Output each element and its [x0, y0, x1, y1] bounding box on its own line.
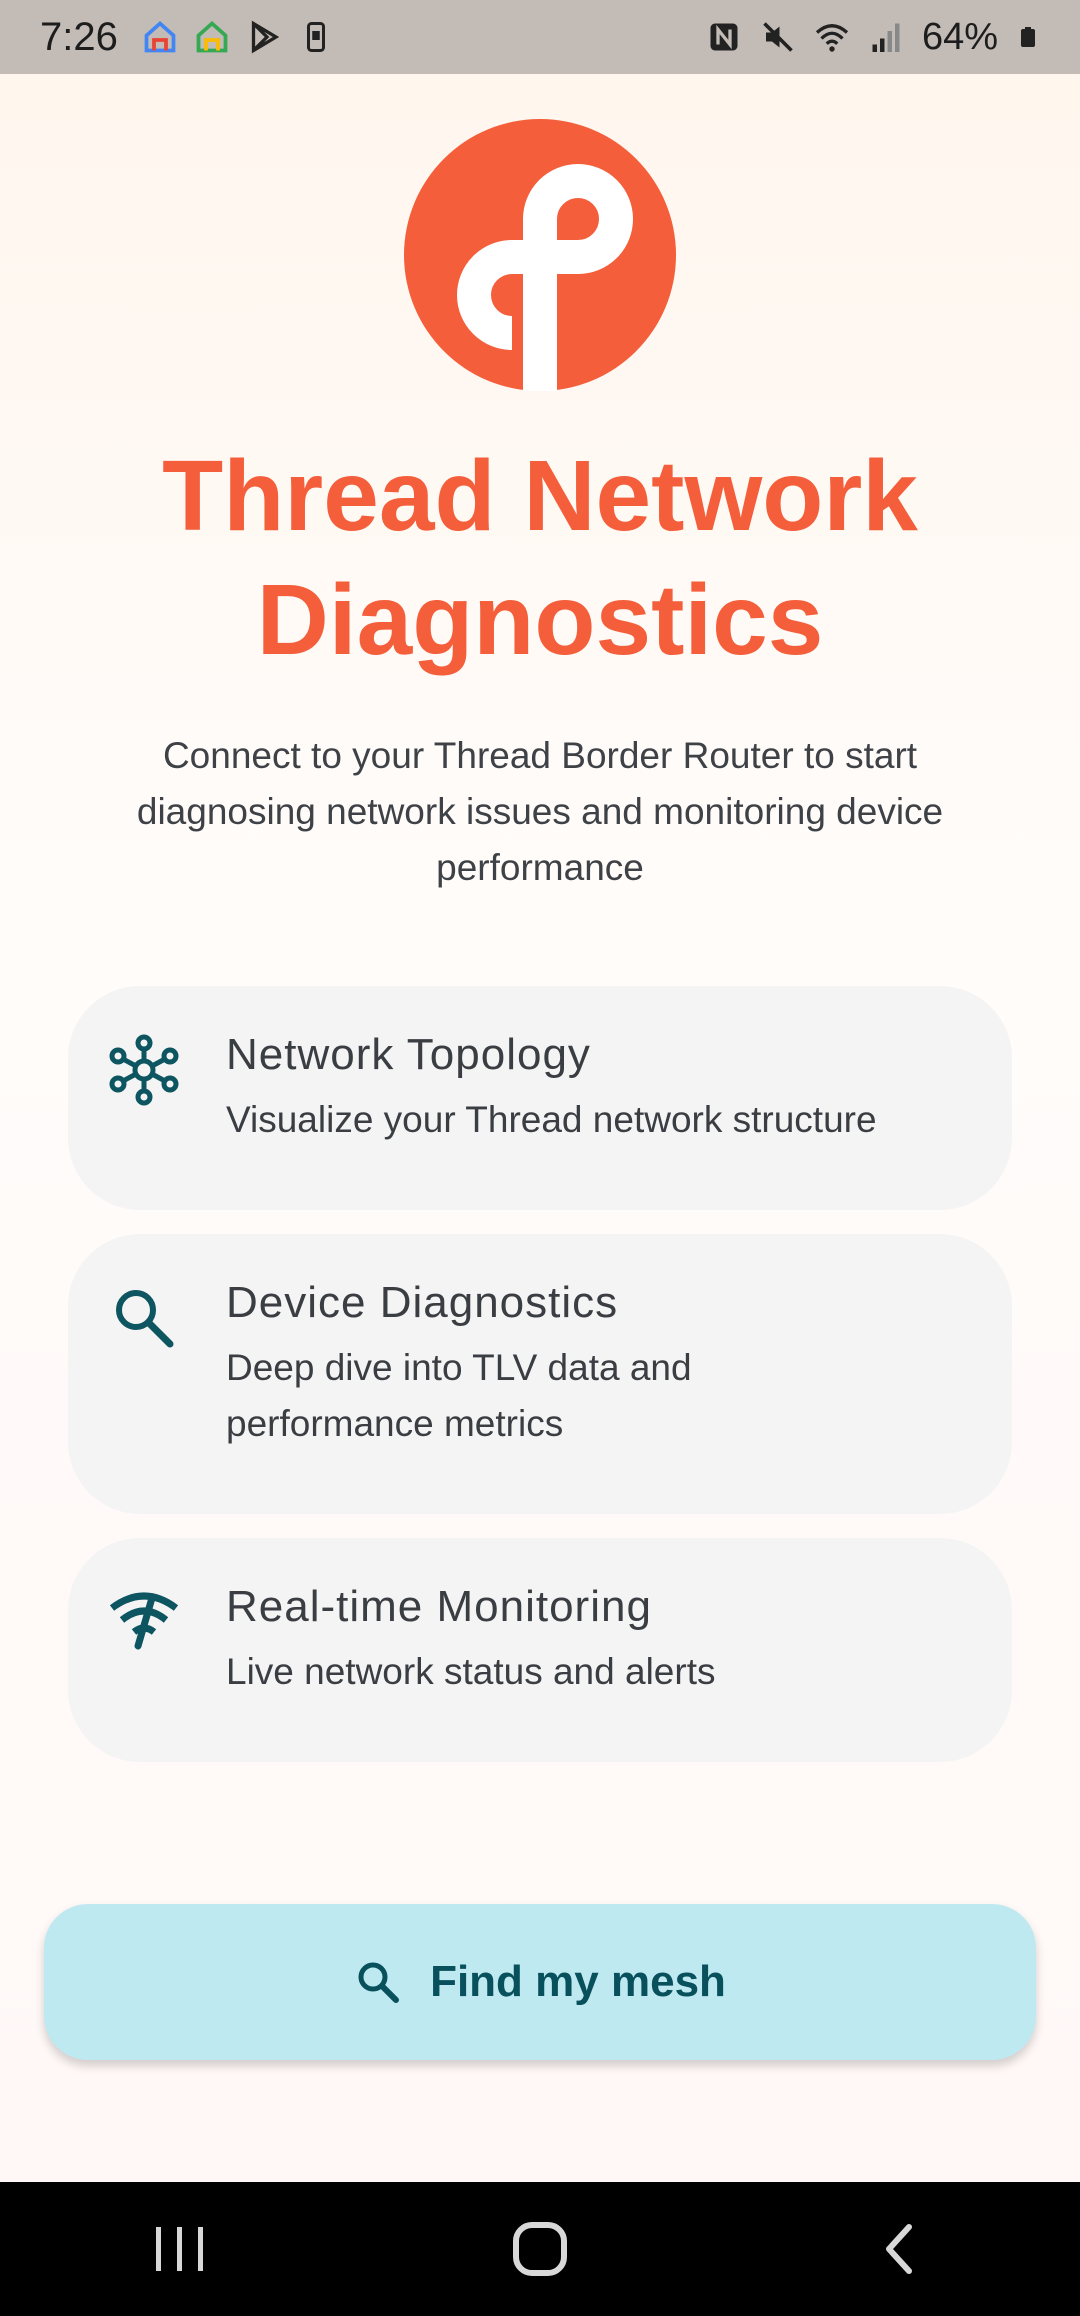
search-icon: [116, 1290, 174, 1348]
feature-description: Visualize your Thread network structure: [226, 1099, 877, 1140]
feature-description: Live network status and alerts: [226, 1651, 716, 1692]
signal-icon: [872, 23, 900, 52]
feature-card-network-topology: Network Topology Visualize your Thread n…: [68, 986, 1012, 1210]
play-store-icon: [251, 20, 280, 54]
status-right: 64%: [706, 16, 1040, 59]
back-button[interactable]: [855, 2209, 945, 2289]
thread-logo-icon: [404, 119, 676, 391]
feature-title: Network Topology: [226, 1030, 591, 1079]
nfc-icon: [710, 23, 738, 51]
status-time: 7:26: [40, 14, 118, 59]
page-subtitle: Connect to your Thread Border Router to …: [136, 735, 944, 888]
main-content: Thread Network Diagnostics Connect to yo…: [0, 74, 1080, 2182]
wifi-icon: [815, 24, 849, 52]
feature-description: Deep dive into TLV data and performance …: [226, 1347, 692, 1444]
navigation-bar: [0, 2182, 1080, 2316]
google-home-icon: [144, 20, 176, 53]
status-left: 7:26: [40, 15, 334, 60]
feature-title: Real-time Monitoring: [226, 1582, 652, 1631]
status-bar: 7:26 64%: [0, 0, 1080, 74]
recent-apps-icon: [156, 2227, 203, 2271]
google-home-icon: [196, 20, 228, 53]
feature-card-real-time-monitoring: Real-time Monitoring Live network status…: [68, 1538, 1012, 1762]
home-icon: [513, 2222, 567, 2276]
wifi-monitoring-icon: [109, 1592, 179, 1650]
battery-percent: 64%: [921, 15, 998, 58]
feature-title: Device Diagnostics: [226, 1278, 619, 1327]
home-button[interactable]: [495, 2209, 585, 2289]
battery-icon: [1021, 27, 1035, 47]
feature-card-device-diagnostics: Device Diagnostics Deep dive into TLV da…: [68, 1234, 1012, 1514]
search-icon: [358, 1962, 400, 2003]
recent-apps-button[interactable]: [135, 2209, 225, 2289]
mute-icon: [763, 22, 793, 52]
page-title: Thread Network Diagnostics: [0, 434, 1080, 682]
back-icon: [886, 2224, 912, 2274]
page-title-line1: Thread Network: [162, 440, 918, 552]
network-topology-icon: [109, 1034, 179, 1106]
find-my-mesh-label: Find my mesh: [430, 1957, 726, 2006]
find-my-mesh-button[interactable]: Find my mesh: [44, 1904, 1036, 2060]
page-title-line2: Diagnostics: [256, 564, 824, 676]
phone-icon: [306, 22, 325, 52]
